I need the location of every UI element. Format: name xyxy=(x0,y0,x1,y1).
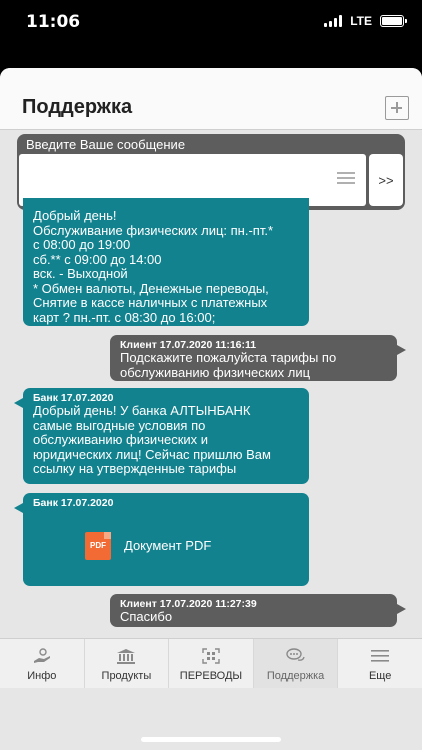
message-bubble-bank: Добрый день! Обслуживание физических лиц… xyxy=(23,198,309,326)
message-bubble-client: Клиент 17.07.2020 11:27:39 Спасибо xyxy=(110,594,406,627)
pdf-file-icon[interactable]: PDF xyxy=(85,532,111,560)
message-bubble-bank: Банк 17.07.2020 Добрый день! У банка АЛТ… xyxy=(14,388,309,484)
composer-label: Введите Ваше сообщение xyxy=(26,137,186,152)
chat-bubbles-icon xyxy=(285,648,305,661)
battery-icon xyxy=(380,15,407,27)
page-title: Поддержка xyxy=(22,96,133,118)
qr-scan-icon xyxy=(202,648,220,664)
tab-label: Продукты xyxy=(101,670,152,682)
message-text: Добрый день! У банка АЛТЫНБАНК самые выг… xyxy=(33,403,271,476)
message-text: Спасибо xyxy=(120,609,173,624)
info-hand-icon xyxy=(33,648,50,663)
message-text: Подскажите пожалуйста тарифы по обслужив… xyxy=(120,350,337,380)
support-screen: Поддержка Введите Ваше сообщение >> Добр… xyxy=(0,68,422,750)
signal-icon xyxy=(324,15,343,27)
status-time: 11:06 xyxy=(26,12,81,32)
tab-label: ПЕРЕВОДЫ xyxy=(179,670,243,682)
tab-label: Еще xyxy=(368,670,392,682)
tab-info[interactable]: Инфо xyxy=(0,639,85,688)
message-bubble-client: Клиент 17.07.2020 11:16:11 Подскажите по… xyxy=(110,335,406,381)
tab-support[interactable]: Поддержка xyxy=(253,639,339,688)
message-text: Добрый день! Обслуживание физических лиц… xyxy=(33,208,274,325)
message-bubble-bank-attachment: Банк 17.07.2020 PDF Документ PDF xyxy=(14,493,309,586)
send-button[interactable]: >> xyxy=(369,154,403,206)
bank-building-icon xyxy=(117,649,136,664)
tab-products[interactable]: Продукты xyxy=(85,639,170,688)
plus-icon[interactable] xyxy=(385,96,409,120)
header: Поддержка xyxy=(0,68,422,130)
home-indicator[interactable] xyxy=(141,737,281,742)
status-bar: 11:06 LTE xyxy=(0,0,422,44)
hamburger-menu-icon xyxy=(371,650,390,662)
message-meta: Банк 17.07.2020 xyxy=(33,497,114,509)
tab-label: Поддержка xyxy=(266,670,325,682)
bottom-tab-bar: Инфо Продукты ПЕРЕВОДЫ Поддержка Еще xyxy=(0,638,422,688)
tab-label: Инфо xyxy=(27,670,57,682)
text-lines-icon xyxy=(337,172,355,184)
pdf-attachment-link[interactable]: Документ PDF xyxy=(124,538,211,554)
network-type: LTE xyxy=(350,14,372,28)
status-indicators: LTE xyxy=(324,14,407,28)
tab-transfers[interactable]: ПЕРЕВОДЫ xyxy=(169,639,254,688)
tab-more[interactable]: Еще xyxy=(338,639,422,688)
